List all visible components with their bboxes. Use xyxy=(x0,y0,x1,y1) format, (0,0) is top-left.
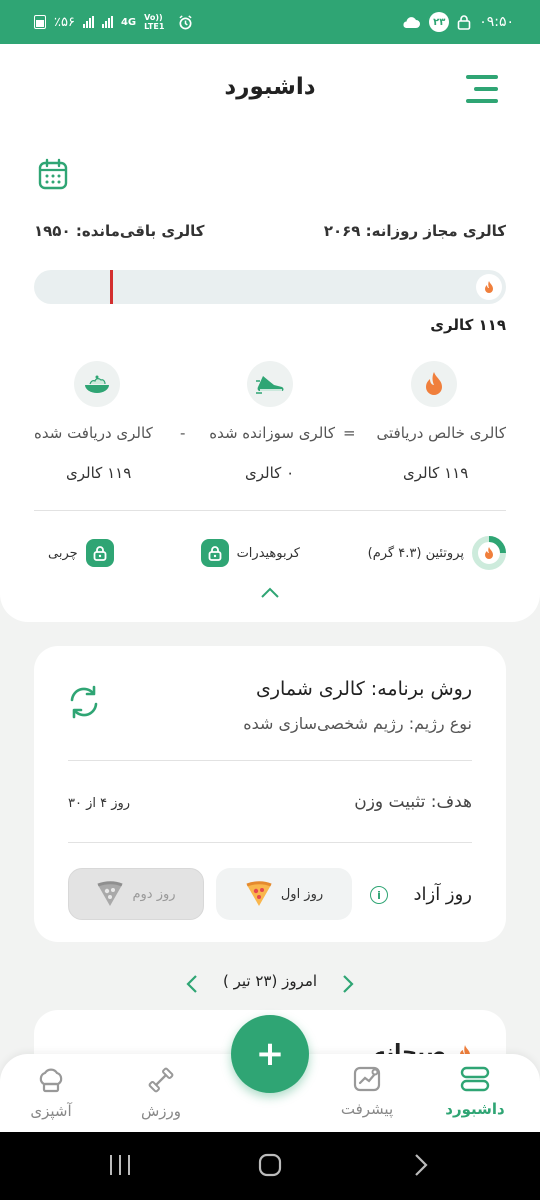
net-calories-icon-wrap xyxy=(411,361,457,407)
first-day-label: روز اول xyxy=(280,886,324,902)
lock-icon xyxy=(200,539,229,567)
macro-carbs-label: کربوهیدرات xyxy=(236,545,300,561)
calorie-progress-bar xyxy=(34,270,506,304)
cloud-icon xyxy=(403,17,421,28)
signal-icon-2 xyxy=(101,16,113,28)
add-button[interactable]: + xyxy=(231,1015,309,1093)
macro-fat-label: چربی xyxy=(48,545,78,561)
dumbbell-icon xyxy=(148,1067,174,1093)
alarm-icon xyxy=(179,14,192,29)
nav-progress-label: پیشرفت xyxy=(340,1100,394,1118)
info-icon[interactable]: i xyxy=(370,886,388,904)
free-day-label: روز آزاد xyxy=(413,884,472,905)
intake-calories-icon-wrap xyxy=(74,361,120,407)
lock-icon xyxy=(85,539,114,567)
sneaker-icon xyxy=(256,376,284,394)
date-navigation: امروز (۲۳ تیر ) xyxy=(0,972,540,996)
battery-icon xyxy=(34,15,46,29)
summary-divider xyxy=(34,510,506,511)
volte-indicator: Vo)) LTE1 xyxy=(144,13,165,31)
calendar-icon[interactable] xyxy=(38,158,68,190)
macro-protein-label: پروتئین (۴.۳ گرم) xyxy=(367,545,464,561)
menu-line-2 xyxy=(474,87,498,91)
intake-calories-label: کالری دریافت شده xyxy=(34,424,153,442)
menu-button[interactable] xyxy=(466,74,498,104)
nav-cooking-label: آشپزی xyxy=(30,1102,72,1120)
status-bar: ٪۵۶ 4G Vo)) LTE1 ۲۳ ۰۹:۵۰ xyxy=(0,0,540,44)
menu-line-3 xyxy=(466,99,498,103)
burned-calories-icon-wrap xyxy=(247,361,293,407)
notification-badge: ۲۳ xyxy=(429,12,450,32)
chevron-up-icon[interactable] xyxy=(260,585,280,599)
macro-carbs[interactable]: کربوهیدرات xyxy=(200,536,300,570)
refresh-icon[interactable] xyxy=(66,684,102,720)
signal-icon xyxy=(82,16,94,28)
status-left: ٪۵۶ 4G Vo)) LTE1 xyxy=(34,13,193,31)
system-navigation-bar xyxy=(0,1132,540,1200)
plan-divider xyxy=(68,760,472,761)
current-date: امروز (۲۳ تیر ) xyxy=(222,972,318,990)
minus-sign: - xyxy=(180,424,186,442)
nav-progress[interactable]: پیشرفت xyxy=(322,1066,412,1118)
clock: ۰۹:۵۰ xyxy=(479,14,514,30)
daily-allowance: کالری مجاز روزانه: ۲۰۶۹ xyxy=(323,222,506,240)
burned-calories-value: ۰ کالری xyxy=(245,464,295,482)
plus-icon: + xyxy=(255,1034,285,1074)
back-icon[interactable] xyxy=(412,1152,430,1178)
page-title: داشبورد xyxy=(224,74,316,100)
equals-sign: = xyxy=(343,424,356,442)
net-calories-value: ۱۱۹ کالری xyxy=(403,464,469,482)
remaining-calories: کالری باقی‌مانده: ۱۹۵۰ xyxy=(34,222,205,240)
pizza-icon xyxy=(97,881,124,906)
second-day-button[interactable]: روز دوم xyxy=(68,868,204,920)
recent-apps-icon[interactable] xyxy=(108,1152,132,1178)
plan-goal: هدف: تثبیت وزن xyxy=(354,792,472,812)
progress-flame xyxy=(476,274,502,300)
protein-ring-icon xyxy=(472,536,506,570)
nav-cooking[interactable]: آشپزی xyxy=(6,1066,96,1120)
diet-type: نوع رژیم: رژیم شخصی‌سازی شده xyxy=(243,714,472,733)
progress-marker xyxy=(110,270,113,304)
nav-dashboard[interactable]: داشبورد xyxy=(430,1066,520,1118)
macro-protein[interactable]: پروتئین (۴.۳ گرم) xyxy=(368,536,506,570)
flame-icon xyxy=(485,281,493,293)
nav-dashboard-label: داشبورد xyxy=(445,1100,505,1118)
plan-day-progress: روز ۴ از ۳۰ xyxy=(68,796,131,811)
chef-hat-icon xyxy=(39,1068,63,1093)
status-right: ۲۳ ۰۹:۵۰ xyxy=(401,12,514,32)
chart-icon xyxy=(353,1066,381,1092)
home-icon[interactable] xyxy=(257,1152,283,1178)
chevron-left-icon[interactable] xyxy=(186,974,200,994)
lock-status-icon xyxy=(457,15,471,30)
battery-text: ٪۵۶ xyxy=(54,14,75,30)
progress-value: ۱۱۹ کالری xyxy=(430,316,506,334)
nav-exercise[interactable]: ورزش xyxy=(116,1066,206,1120)
macro-fat[interactable]: چربی xyxy=(48,536,114,570)
menu-line-1 xyxy=(466,75,498,79)
plan-method: روش برنامه: کالری شماری xyxy=(256,678,472,700)
burned-calories-label: کالری سوزانده شده xyxy=(209,424,335,442)
dashboard-icon xyxy=(460,1066,490,1092)
intake-calories-value: ۱۱۹ کالری xyxy=(66,464,132,482)
plan-divider-2 xyxy=(68,842,472,843)
flame-icon xyxy=(426,372,442,395)
first-day-button[interactable]: روز اول xyxy=(216,868,352,920)
nav-exercise-label: ورزش xyxy=(140,1102,182,1120)
food-bowl-icon xyxy=(85,375,109,393)
plan-card: روش برنامه: کالری شماری نوع رژیم: رژیم ش… xyxy=(34,646,506,942)
net-calories-label: کالری خالص دریافتی xyxy=(376,424,507,442)
pizza-icon xyxy=(246,881,272,906)
second-day-label: روز دوم xyxy=(132,886,176,902)
network-type: 4G xyxy=(120,16,137,28)
